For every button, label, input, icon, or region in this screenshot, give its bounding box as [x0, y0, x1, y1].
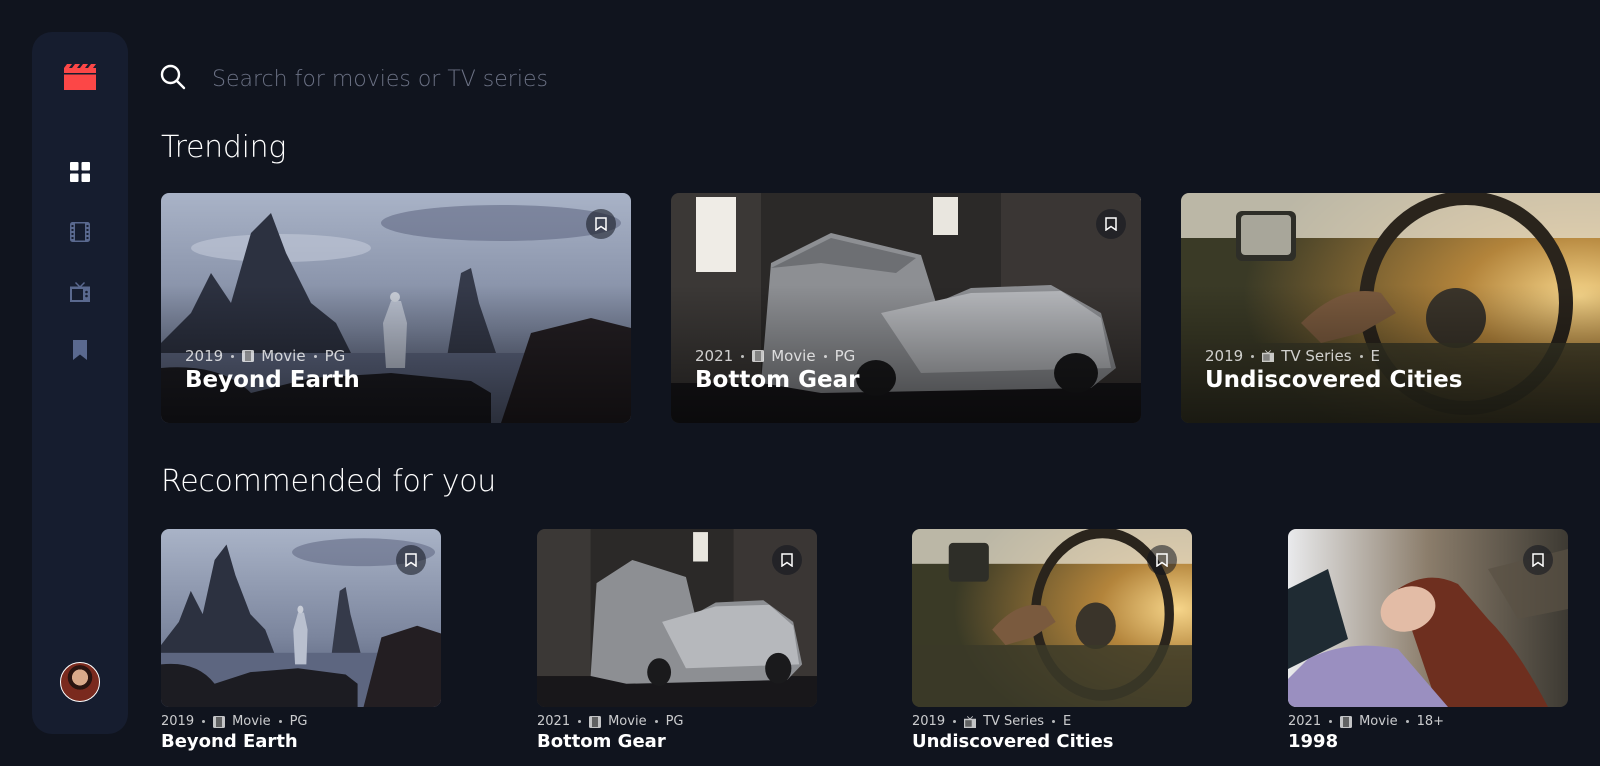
separator-dot [1405, 720, 1409, 723]
recommended-card[interactable] [912, 529, 1192, 707]
card-title[interactable]: Undiscovered Cities [912, 731, 1114, 752]
separator-dot [741, 354, 745, 358]
bookmark-icon [595, 217, 607, 231]
bookmark-button[interactable] [586, 209, 616, 239]
card-title: Undiscovered Cities [1205, 367, 1463, 393]
separator-dot [823, 354, 827, 358]
card-year: 2019 [185, 347, 224, 365]
search-icon [160, 64, 186, 90]
card-year: 2021 [695, 347, 734, 365]
card-meta: 2019 Movie PG [185, 347, 345, 365]
separator-dot [578, 720, 582, 723]
card-category: TV Series [983, 714, 1045, 729]
bookmark-icon [1532, 553, 1544, 567]
sidebar [32, 32, 128, 734]
tv-series-category-icon [964, 715, 977, 728]
card-rating: PG [834, 347, 856, 365]
separator-dot [953, 720, 957, 723]
separator-dot [278, 720, 282, 723]
trending-card[interactable]: 2021 Movie PG Bottom Gear [671, 193, 1141, 423]
card-category: TV Series [1281, 347, 1352, 365]
recommended-card[interactable] [537, 529, 817, 707]
card-meta: 2019 TV Series E [1205, 347, 1380, 365]
separator-dot [1329, 720, 1333, 723]
bookmark-icon [1105, 217, 1117, 231]
card-meta: 2021 Movie 18+ [1288, 714, 1444, 729]
bookmark-button[interactable] [1523, 545, 1553, 575]
movie-category-icon [589, 715, 602, 728]
card-year: 2019 [1205, 347, 1244, 365]
app-logo-icon[interactable] [64, 64, 96, 90]
movie-category-icon [213, 715, 226, 728]
separator-dot [313, 354, 317, 358]
bookmark-icon [405, 553, 417, 567]
nav-movies-icon[interactable] [70, 222, 90, 242]
user-avatar[interactable] [60, 662, 100, 702]
card-year: 2021 [1288, 714, 1322, 729]
bookmark-button[interactable] [396, 545, 426, 575]
trending-card[interactable]: 2019 Movie PG Beyond Earth [161, 193, 631, 423]
separator-dot [202, 720, 206, 723]
card-category: Movie [261, 347, 306, 365]
movie-category-icon [752, 350, 765, 362]
card-rating: E [1370, 347, 1380, 365]
separator-dot [1251, 354, 1255, 358]
card-rating: PG [289, 714, 308, 729]
card-title[interactable]: 1998 [1288, 731, 1338, 752]
bookmark-icon [1156, 553, 1168, 567]
tv-series-category-icon [1262, 350, 1275, 362]
movie-category-icon [242, 350, 255, 362]
nav-home-icon[interactable] [70, 162, 90, 182]
card-meta: 2019 TV Series E [912, 714, 1071, 729]
card-title: Bottom Gear [695, 367, 860, 393]
card-rating: PG [324, 347, 346, 365]
card-title[interactable]: Beyond Earth [161, 731, 298, 752]
recommended-card[interactable] [161, 529, 441, 707]
card-year: 2021 [537, 714, 571, 729]
card-rating: PG [665, 714, 684, 729]
search-input[interactable] [212, 62, 1412, 96]
card-category: Movie [771, 347, 816, 365]
card-category: Movie [1359, 714, 1398, 729]
nav-bookmark-icon[interactable] [70, 340, 90, 360]
card-year: 2019 [912, 714, 946, 729]
bookmark-button[interactable] [1096, 209, 1126, 239]
bookmark-icon [781, 553, 793, 567]
card-title[interactable]: Bottom Gear [537, 731, 666, 752]
trending-heading: Trending [161, 130, 287, 165]
card-category: Movie [232, 714, 271, 729]
card-rating: E [1063, 714, 1072, 729]
movie-category-icon [1340, 715, 1353, 728]
card-year: 2019 [161, 714, 195, 729]
card-rating: 18+ [1416, 714, 1445, 729]
card-meta: 2019 Movie PG [161, 714, 308, 729]
trending-card[interactable]: 2019 TV Series E Undiscovered Cities [1181, 193, 1600, 423]
card-title: Beyond Earth [185, 367, 360, 393]
separator-dot [654, 720, 658, 723]
nav-tv-series-icon[interactable] [70, 282, 90, 302]
recommended-heading: Recommended for you [161, 464, 497, 499]
bookmark-button[interactable] [772, 545, 802, 575]
separator-dot [1359, 354, 1363, 358]
card-category: Movie [608, 714, 647, 729]
card-meta: 2021 Movie PG [537, 714, 684, 729]
separator-dot [231, 354, 235, 358]
separator-dot [1052, 720, 1056, 723]
bookmark-button[interactable] [1147, 545, 1177, 575]
recommended-card[interactable] [1288, 529, 1568, 707]
card-meta: 2021 Movie PG [695, 347, 855, 365]
